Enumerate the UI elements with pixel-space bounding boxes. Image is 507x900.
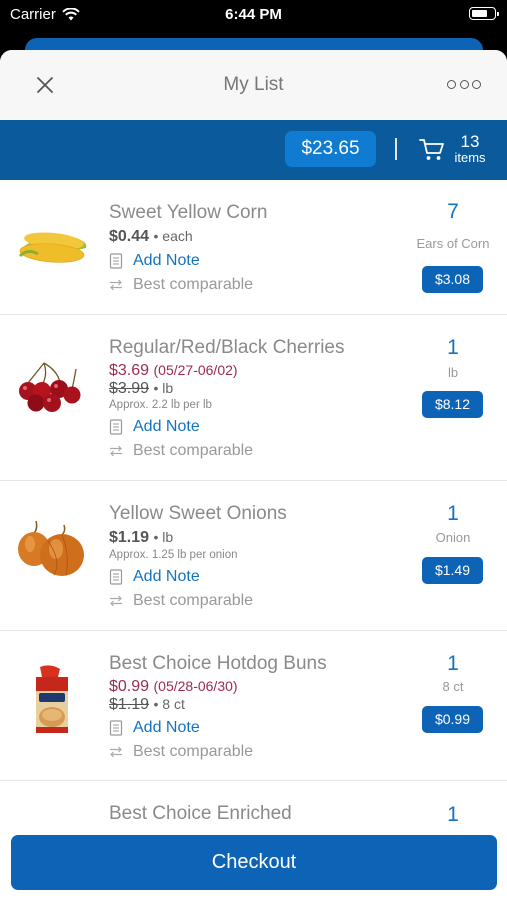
list-sheet: My List $23.65 13 items Sweet Yellow Cor… [0,50,507,900]
item-unit: Ears of Corn [416,236,490,251]
line-total-badge[interactable]: $0.99 [422,706,483,733]
line-total-badge[interactable]: $8.12 [422,391,483,418]
item-sale-price: $3.69 (05/27-06/02) [109,362,238,380]
best-comparable-button[interactable]: Best comparable [109,592,253,610]
battery-icon [469,7,499,20]
item-original-price: $1.19 • 8 ct [109,696,185,714]
item-price: $1.19 • lb [109,529,173,547]
item-name: Regular/Red/Black Cherries [109,337,345,358]
approx-weight: Approx. 2.2 lb per lb [109,399,212,411]
compare-icon [110,746,122,758]
note-icon [109,419,123,435]
add-note-label: Add Note [133,568,200,585]
best-comparable-button[interactable]: Best comparable [109,442,253,460]
item-unit: Onion [435,530,471,545]
checkout-area: Checkout [0,823,507,900]
more-icon [447,79,456,89]
more-button[interactable] [447,74,481,94]
compare-icon [110,445,122,457]
compare-icon [110,279,122,291]
add-note-button[interactable]: Add Note [109,719,200,737]
items-count[interactable]: 13 items [452,133,488,164]
item-list: Sweet Yellow Corn $0.44 • each Add Note [0,180,507,861]
best-comparable-label: Best comparable [133,442,254,459]
item-name: Best Choice Hotdog Buns [109,653,327,674]
item-original-price: $3.99 • lb [109,380,173,398]
corn-image [18,232,87,263]
summary-divider [395,138,397,160]
sale-price: $0.99 [109,678,150,695]
item-quantity[interactable]: 7 [403,200,503,224]
best-comparable-label: Best comparable [133,592,254,609]
list-item[interactable]: Best Choice Hotdog Buns $0.99 (05/28-06/… [0,631,507,781]
more-icon [459,79,469,89]
sale-dates: (05/27-06/02) [153,362,238,378]
original-unit: • lb [153,380,174,396]
items-count-label: items [454,150,486,165]
note-icon [109,720,123,736]
original-price: $3.99 [109,380,150,397]
item-quantity[interactable]: 1 [403,336,503,360]
line-total-badge[interactable]: $3.08 [422,266,483,293]
item-unit: 8 ct [442,679,464,694]
note-icon [109,253,123,269]
sheet-header: My List [0,50,507,120]
price-value: $0.44 [109,228,150,245]
checkout-button[interactable]: Checkout [11,835,497,890]
add-note-label: Add Note [133,719,200,736]
total-price-badge[interactable]: $23.65 [285,131,376,167]
best-comparable-label: Best comparable [133,276,254,293]
hotdog-buns-image [36,665,68,733]
page-title: My List [223,74,284,95]
approx-weight: Approx. 1.25 lb per onion [109,549,238,561]
sale-price: $3.69 [109,362,150,379]
note-icon [109,569,123,585]
item-quantity[interactable]: 1 [403,652,503,676]
list-item[interactable]: Yellow Sweet Onions $1.19 • lb Approx. 1… [0,481,507,631]
price-value: $1.19 [109,529,150,546]
add-note-label: Add Note [133,252,200,269]
item-name: Best Choice Enriched [109,803,292,824]
list-item[interactable]: Regular/Red/Black Cherries $3.69 (05/27-… [0,315,507,481]
add-note-button[interactable]: Add Note [109,418,200,436]
item-quantity[interactable]: 1 [403,502,503,526]
status-bar: Carrier 6:44 PM [0,0,507,30]
screen: Carrier 6:44 PM My List $23.65 13 items … [0,0,507,900]
onions-image [18,520,84,576]
best-comparable-button[interactable]: Best comparable [109,276,253,294]
original-price: $1.19 [109,696,150,713]
cherries-image [19,362,81,412]
more-icon [472,79,481,89]
item-name: Sweet Yellow Corn [109,202,268,223]
add-note-button[interactable]: Add Note [109,568,200,586]
cart-icon[interactable] [418,135,446,163]
original-unit: • 8 ct [153,696,185,712]
best-comparable-label: Best comparable [133,743,254,760]
item-sale-price: $0.99 (05/28-06/30) [109,678,238,696]
item-price: $0.44 • each [109,228,193,246]
item-name: Yellow Sweet Onions [109,503,287,524]
price-unit: • lb [153,529,174,545]
add-note-button[interactable]: Add Note [109,252,200,270]
items-count-number: 13 [460,132,480,151]
best-comparable-button[interactable]: Best comparable [109,743,253,761]
status-time: 6:44 PM [225,6,282,23]
add-note-label: Add Note [133,418,200,435]
list-item[interactable]: Sweet Yellow Corn $0.44 • each Add Note [0,180,507,315]
summary-bar: $23.65 13 items [0,120,507,180]
line-total-badge[interactable]: $1.49 [422,557,483,584]
item-unit: lb [447,365,459,380]
price-unit: • each [153,228,193,244]
sale-dates: (05/28-06/30) [153,678,238,694]
compare-icon [110,595,122,607]
